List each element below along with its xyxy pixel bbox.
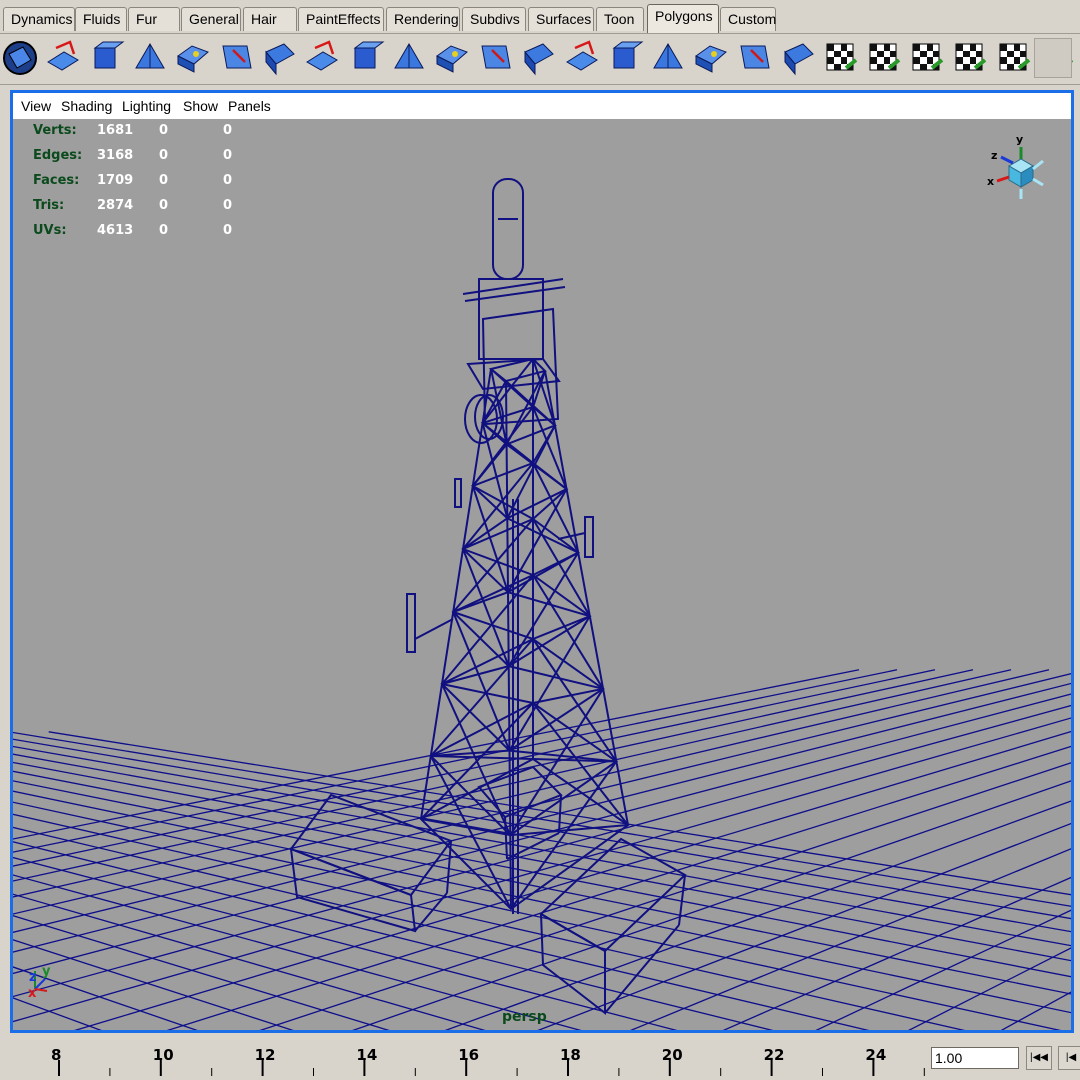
split-edge-icon[interactable] [260,38,298,78]
stat-label: Edges: [33,148,82,163]
stat-label: Tris: [33,198,64,213]
shelf-icon-bar [0,34,1080,85]
extrude-face-icon[interactable] [303,38,341,78]
timeline-tick-label: 8 [51,1046,62,1064]
current-time-field[interactable]: 1.00 [931,1047,1019,1069]
extrude-edge-icon[interactable] [347,38,385,78]
wedge-face-icon[interactable] [433,38,471,78]
tab-toon[interactable]: Toon [596,7,644,31]
tab-subdivs[interactable]: Subdivs [462,7,526,31]
stat-label: Faces: [33,173,79,188]
menu-lighting[interactable]: Lighting [122,98,171,114]
tab-dynamics[interactable]: Dynamics [3,7,75,31]
stat-label: UVs: [33,223,67,238]
view-cube-axis-label: y [1016,133,1023,146]
timeline-tick-label: 16 [458,1046,480,1064]
timeline-tick-label: 20 [661,1046,683,1064]
smooth-icon[interactable] [131,38,169,78]
stat-value: 0 [159,148,168,163]
stat-value: 1681 [97,123,133,138]
tab-fur[interactable]: Fur [128,7,180,31]
poke-face-icon[interactable] [476,38,514,78]
automatic-map-icon[interactable] [865,38,903,78]
blank-shelf-slot[interactable] [1034,38,1072,78]
viewport-menu-bar: View Shading Lighting Show Panels [13,93,1071,120]
merge-vertices-icon[interactable] [519,38,557,78]
timeline-tick-label: 24 [865,1046,887,1064]
bevel-icon[interactable] [390,38,428,78]
perspective-viewport[interactable]: View Shading Lighting Show Panels Verts: 1681… [10,90,1074,1033]
stat-value: 3168 [97,148,133,163]
menu-panels[interactable]: Panels [228,98,271,114]
menu-shading[interactable]: Shading [61,98,112,114]
view-cube-axis-label: z [991,149,997,162]
origin-axis-label: y [42,964,51,979]
tab-rendering[interactable]: Rendering [386,7,460,31]
tab-fluids[interactable]: Fluids [75,7,127,31]
tab-custom[interactable]: Custom [720,7,776,31]
timeline-tick-label: 22 [763,1046,785,1064]
timeline-tick-label: 14 [356,1046,378,1064]
stat-value: 0 [223,123,232,138]
split-polygon-icon[interactable] [217,38,255,78]
merge-edges-icon[interactable] [563,38,601,78]
stat-value: 0 [159,223,168,238]
transfer-icon[interactable] [735,38,773,78]
stat-value: 0 [223,173,232,188]
stat-value: 0 [223,198,232,213]
spherical-map-icon[interactable] [951,38,989,78]
stat-value: 0 [159,173,168,188]
timeline-tick-label: 10 [152,1046,174,1064]
stat-value: 0 [159,123,168,138]
tab-surfaces[interactable]: Surfaces [528,7,594,31]
menu-show[interactable]: Show [183,98,218,114]
planar-map-icon[interactable] [822,38,860,78]
stat-value: 0 [223,223,232,238]
sculpt-icon[interactable] [779,38,817,78]
uv-editor-icon[interactable] [995,38,1033,78]
origin-axis-label: x [28,986,37,1001]
stat-value: 2874 [97,198,133,213]
camera-label: persp [502,1009,547,1025]
cylindrical-map-icon[interactable] [908,38,946,78]
polygon-sphere-icon[interactable] [1,38,39,78]
duplicate-face-icon[interactable] [649,38,687,78]
separate-icon[interactable] [87,38,125,78]
extract-icon[interactable] [692,38,730,78]
stat-label: Verts: [33,123,77,138]
tab-polygons[interactable]: Polygons [647,4,719,33]
stat-value: 4613 [97,223,133,238]
viewport-scene[interactable]: Verts: 1681 0 0 Edges: 3168 0 0 Faces: 1709 0 0 Tris… [13,119,1071,1030]
step-back-icon[interactable]: |◀◀ [1026,1046,1052,1070]
menu-view[interactable]: View [21,98,51,114]
shelf-tab-bar: Dynamics Fluids Fur General Hair PaintEffects… [0,0,1080,34]
stat-value: 1709 [97,173,133,188]
tab-general[interactable]: General [181,7,241,31]
time-slider[interactable]: 8 10 12 14 16 18 20 22 24 [0,1038,1080,1080]
timeline-tick-label: 18 [560,1046,581,1064]
stat-value: 0 [159,198,168,213]
combine-icon[interactable] [44,38,82,78]
go-to-start-icon[interactable]: |◀ [1058,1046,1080,1070]
view-cube-axis-label: x [987,175,994,188]
origin-axis-label: z [29,970,37,985]
subdivide-icon[interactable] [174,38,212,78]
tab-painteffects[interactable]: PaintEffects [298,7,384,31]
stat-value: 0 [223,148,232,163]
tab-hair[interactable]: Hair [243,7,297,31]
timeline-tick-label: 12 [254,1046,276,1064]
collapse-icon[interactable] [606,38,644,78]
